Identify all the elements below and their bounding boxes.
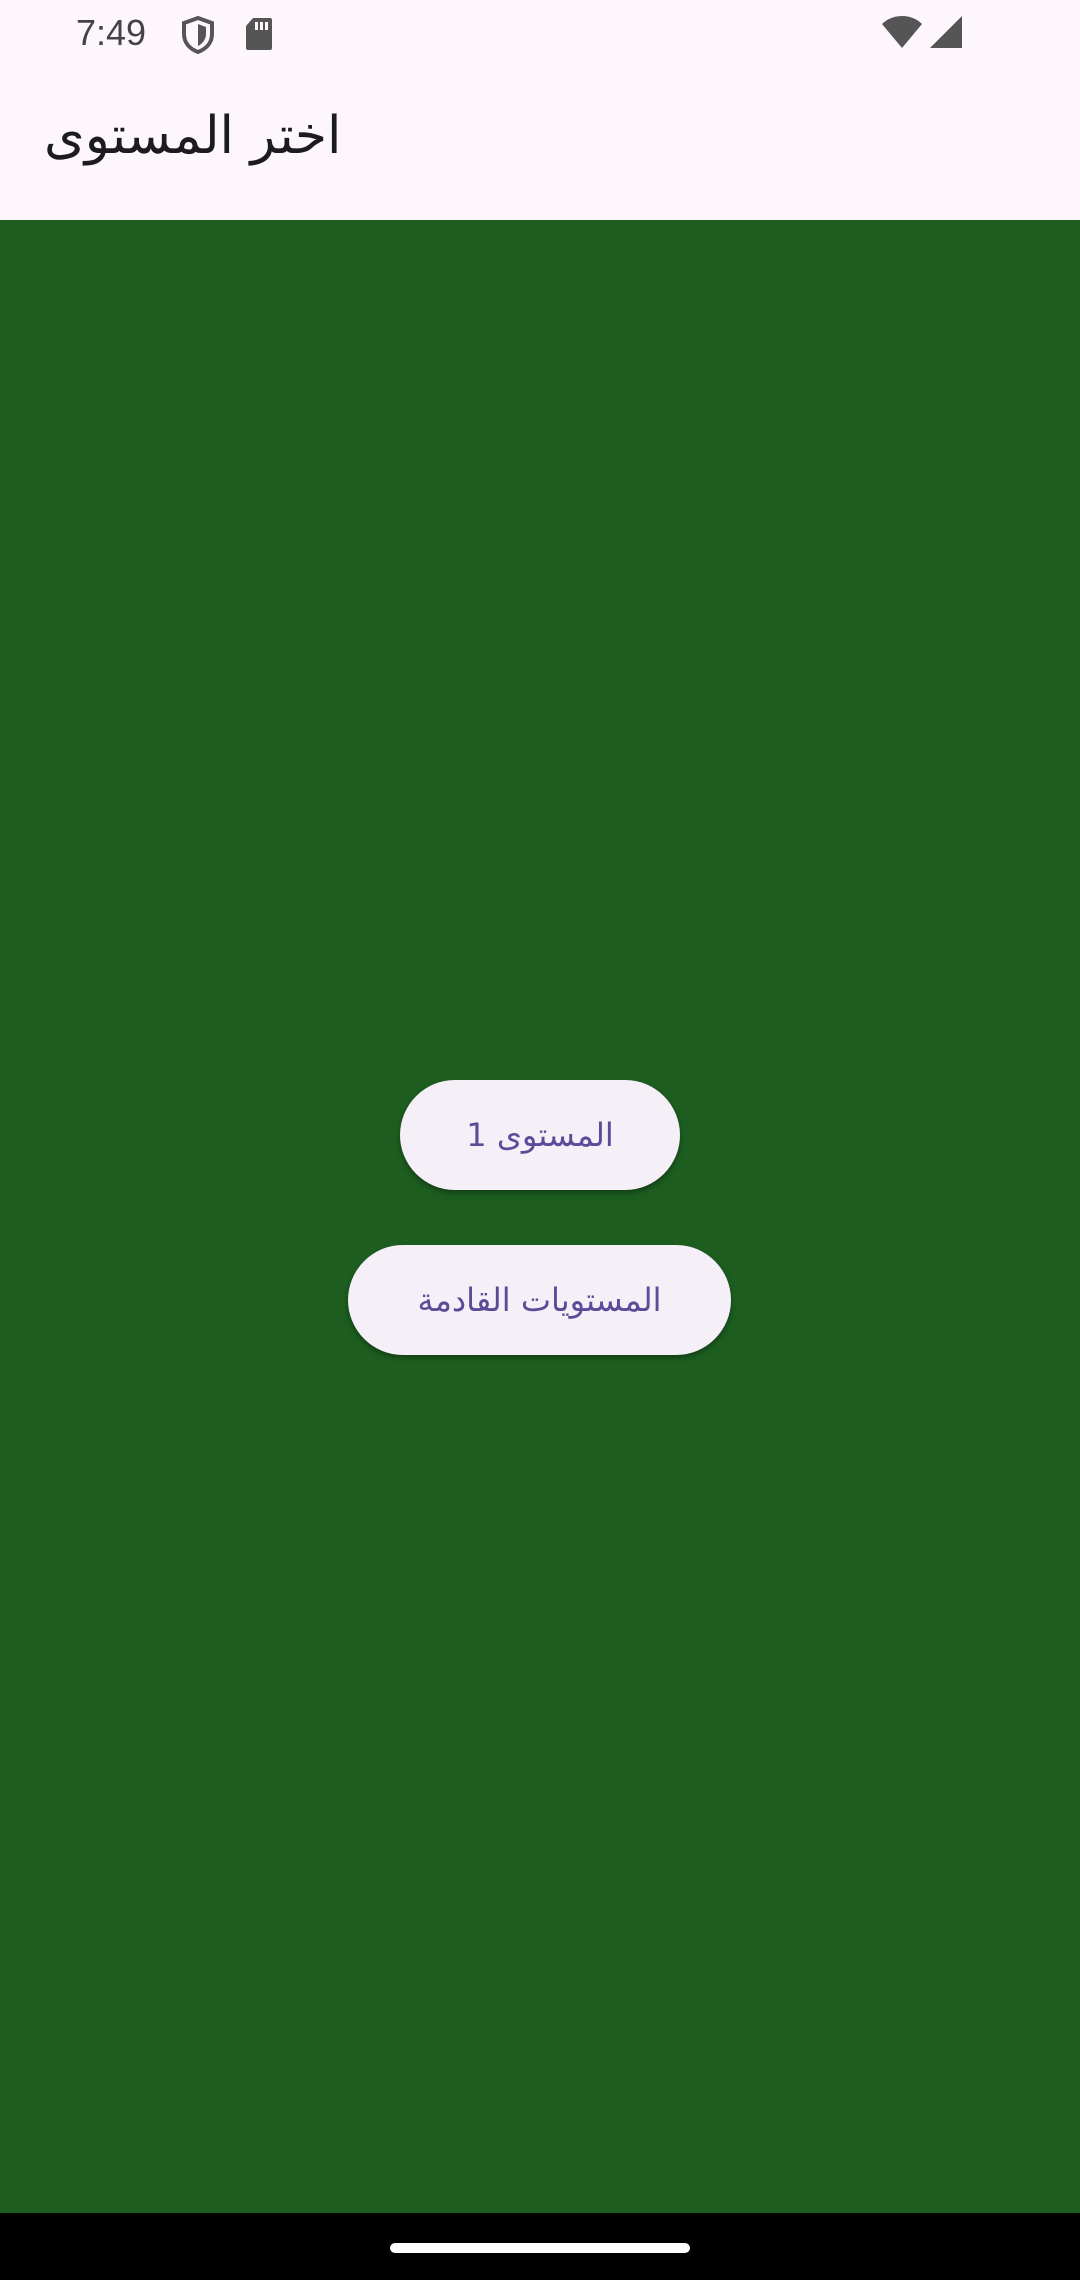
wifi-icon (880, 14, 924, 54)
sd-card-icon (244, 16, 274, 56)
status-bar: 7:49 (0, 0, 1080, 70)
page-title: اختر المستوى (44, 106, 342, 166)
upcoming-levels-button-label: المستويات القادمة (417, 1281, 662, 1319)
level-1-button-label: المستوى 1 (466, 1116, 614, 1154)
upcoming-levels-button[interactable]: المستويات القادمة (348, 1245, 731, 1355)
level-select-content: المستوى 1 المستويات القادمة (0, 220, 1080, 2213)
app-bar: اختر المستوى (0, 70, 1080, 220)
navigation-bar (0, 2213, 1080, 2280)
level-1-button[interactable]: المستوى 1 (400, 1080, 680, 1190)
home-indicator[interactable] (390, 2243, 690, 2253)
screen: 7:49 اختر المستوى المستوى 1 المستويات ال… (0, 0, 1080, 2280)
status-time: 7:49 (76, 12, 147, 53)
shield-icon (180, 15, 216, 58)
cell-signal-icon (928, 14, 964, 54)
